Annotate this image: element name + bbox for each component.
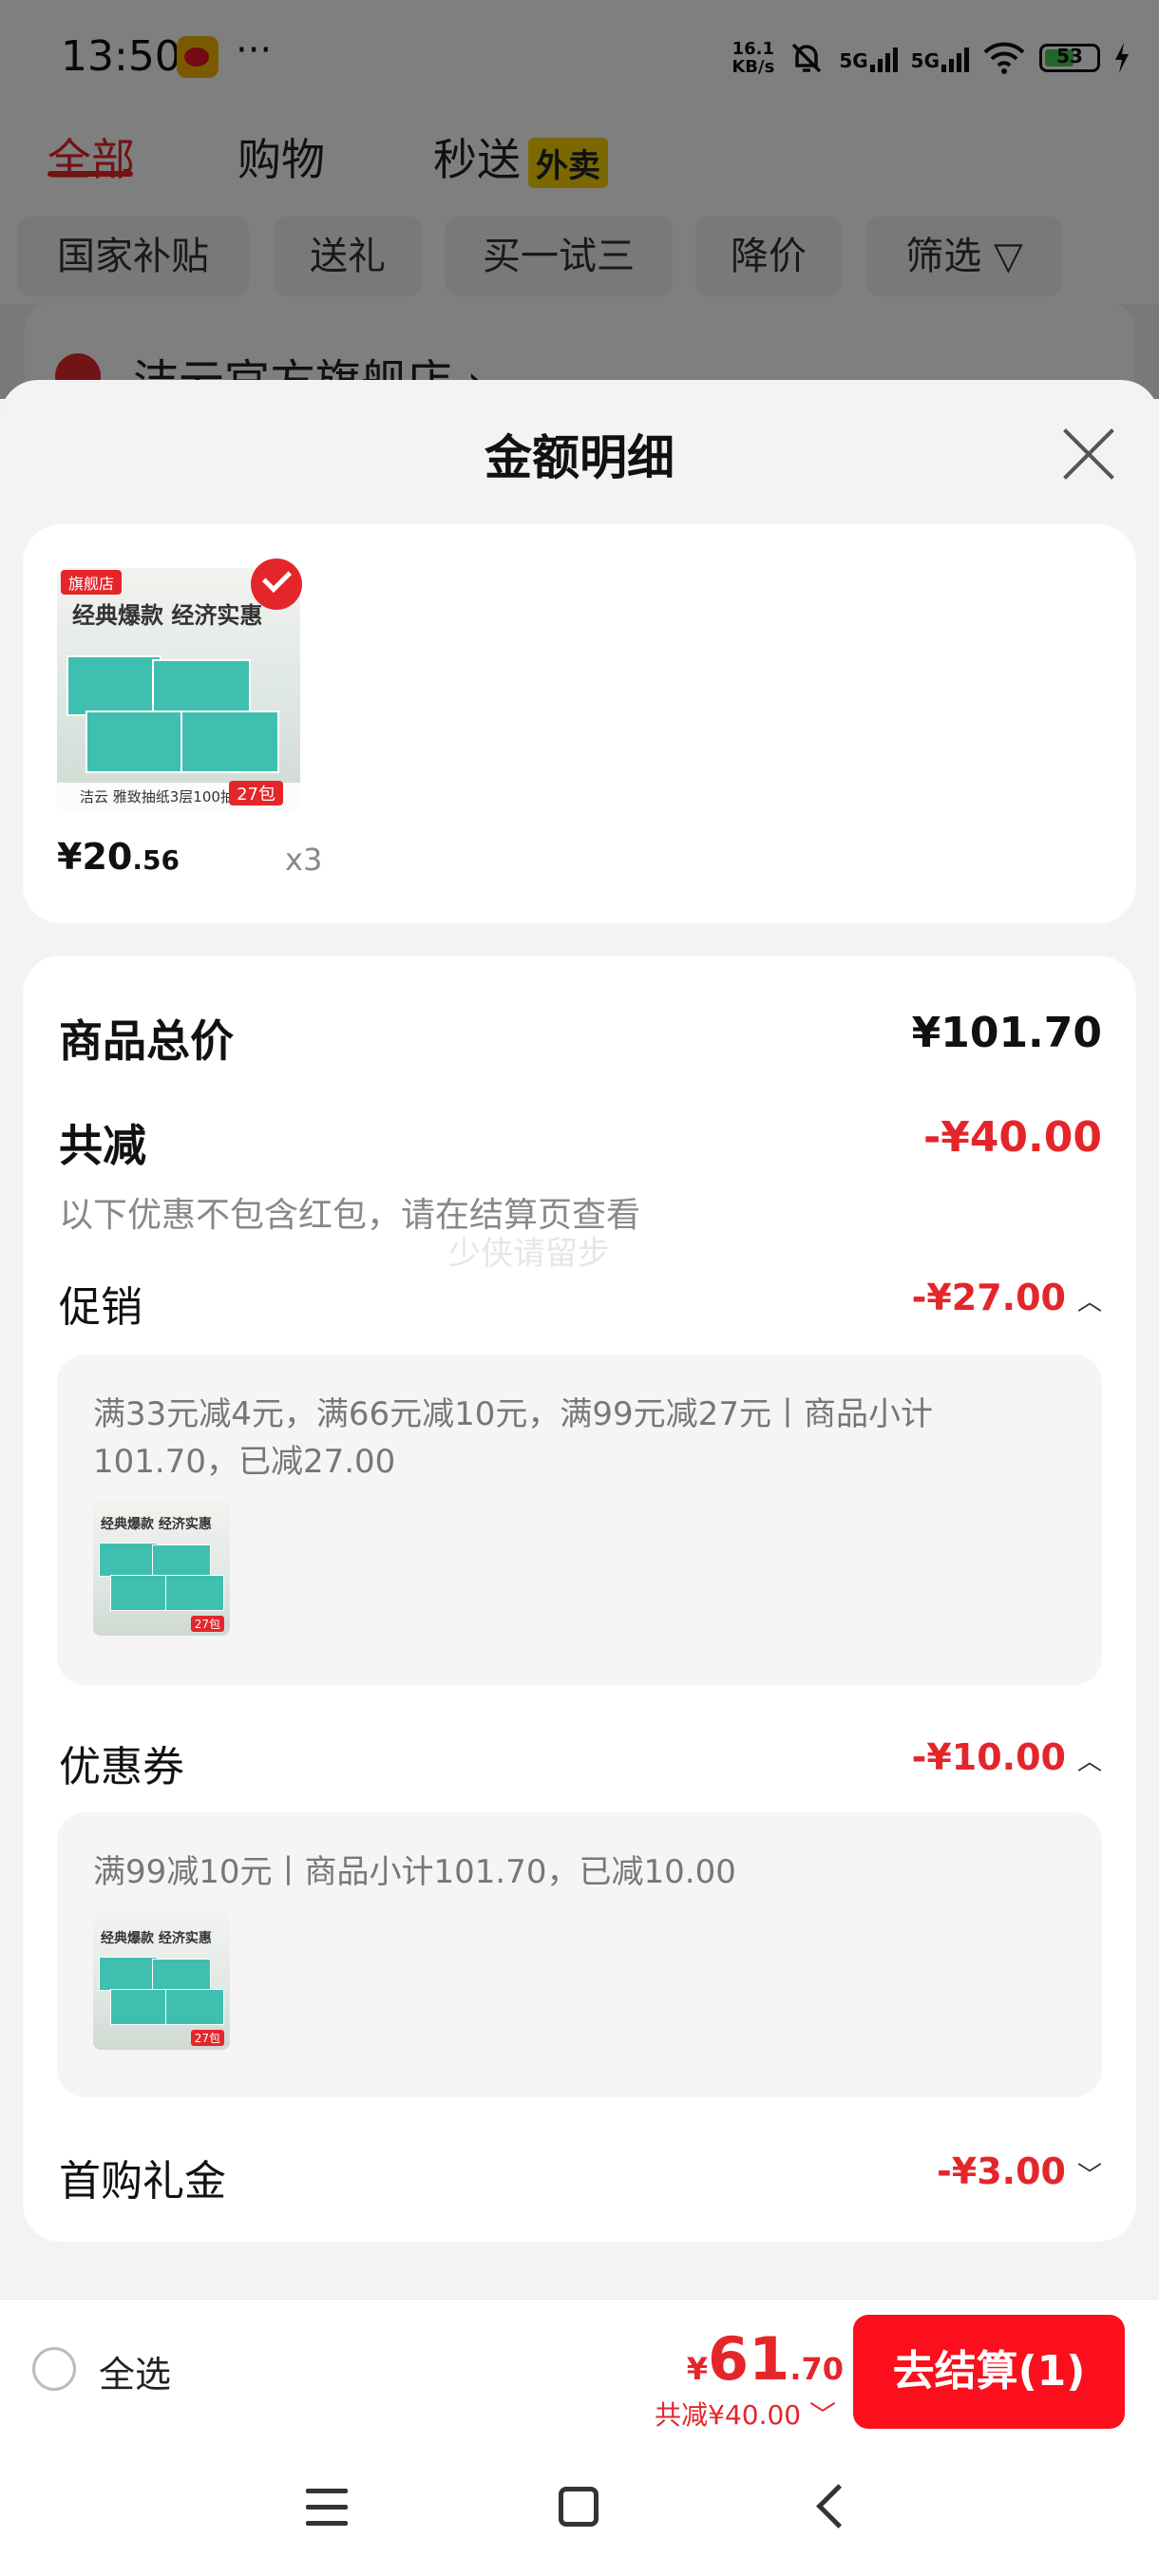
watermark: 少侠请留步 <box>448 1235 610 1273</box>
thumb-count: 27包 <box>229 781 283 805</box>
total-amount: ¥61.70 <box>686 2324 844 2394</box>
amount-detail-sheet: 金额明细 旗舰店 经典爆款 经济实惠 洁云 雅致抽纸3层100抽 27包 ¥20… <box>0 380 1159 2576</box>
first-gift-toggle[interactable]: -¥3.00 ﹀ <box>937 2150 1102 2192</box>
select-all-radio[interactable] <box>32 2347 76 2391</box>
promo-detail-box: 满33元减4元，满66元减10元，满99元减27元丨商品小计101.70，已减2… <box>57 1354 1102 1685</box>
unit-price: ¥20.56 <box>57 836 180 878</box>
chevron-up-icon: ︿ <box>1076 1748 1102 1776</box>
product-card: 旗舰店 经典爆款 经济实惠 洁云 雅致抽纸3层100抽 27包 ¥20.56 x… <box>23 524 1136 923</box>
coupon-value: -¥10.00 <box>911 1736 1066 1778</box>
system-nav-bar <box>0 2443 1159 2576</box>
reduce-label: 共减 <box>59 1120 146 1171</box>
recent-apps-icon[interactable] <box>306 2489 348 2527</box>
home-icon[interactable] <box>559 2487 598 2527</box>
sheet-title: 金额明细 <box>484 430 674 485</box>
back-icon[interactable] <box>816 2484 861 2529</box>
promo-detail-text: 满33元减4元，满66元减10元，满99元减27元丨商品小计101.70，已减2… <box>93 1395 933 1481</box>
first-gift-value: -¥3.00 <box>937 2150 1066 2192</box>
product-selected-check-icon[interactable] <box>251 559 302 610</box>
first-gift-label: 首购礼金 <box>59 2157 226 2206</box>
coupon-label: 优惠券 <box>59 1743 184 1791</box>
quantity: x3 <box>285 842 323 878</box>
promo-value: -¥27.00 <box>911 1277 1066 1318</box>
coupon-product-thumbnail: 经典爆款 经济实惠 27包 <box>93 1913 230 2050</box>
promo-label: 促销 <box>59 1283 142 1332</box>
checkout-bar: 全选 ¥61.70 共减¥40.00 ﹀ 去结算(1) <box>0 2299 1159 2444</box>
coupon-detail-box: 满99减10元丨商品小计101.70，已减10.00 经典爆款 经济实惠 27包 <box>57 1812 1102 2097</box>
reduce-value: -¥40.00 <box>922 1113 1102 1162</box>
thumb-headline: 经典爆款 经济实惠 <box>72 602 263 629</box>
checkout-button[interactable]: 去结算(1) <box>853 2315 1125 2429</box>
total-price-label: 商品总价 <box>59 1015 234 1067</box>
promo-product-thumbnail: 经典爆款 经济实惠 27包 <box>93 1499 230 1636</box>
total-reduce-toggle[interactable]: 共减¥40.00 ﹀ <box>655 2395 836 2433</box>
total-price-value: ¥101.70 <box>911 1009 1102 1057</box>
coupon-toggle[interactable]: -¥10.00 ︿ <box>912 1736 1102 1778</box>
thumb-store-badge: 旗舰店 <box>61 570 123 595</box>
close-icon[interactable] <box>1060 426 1117 483</box>
chevron-up-icon: ︿ <box>1076 1288 1102 1316</box>
chevron-down-icon: ﹀ <box>1076 2162 1102 2190</box>
dim-overlay[interactable] <box>0 0 1159 399</box>
coupon-detail-text: 满99减10元丨商品小计101.70，已减10.00 <box>93 1853 736 1891</box>
promo-toggle[interactable]: -¥27.00 ︿ <box>912 1277 1102 1318</box>
select-all-label[interactable]: 全选 <box>99 2345 171 2397</box>
